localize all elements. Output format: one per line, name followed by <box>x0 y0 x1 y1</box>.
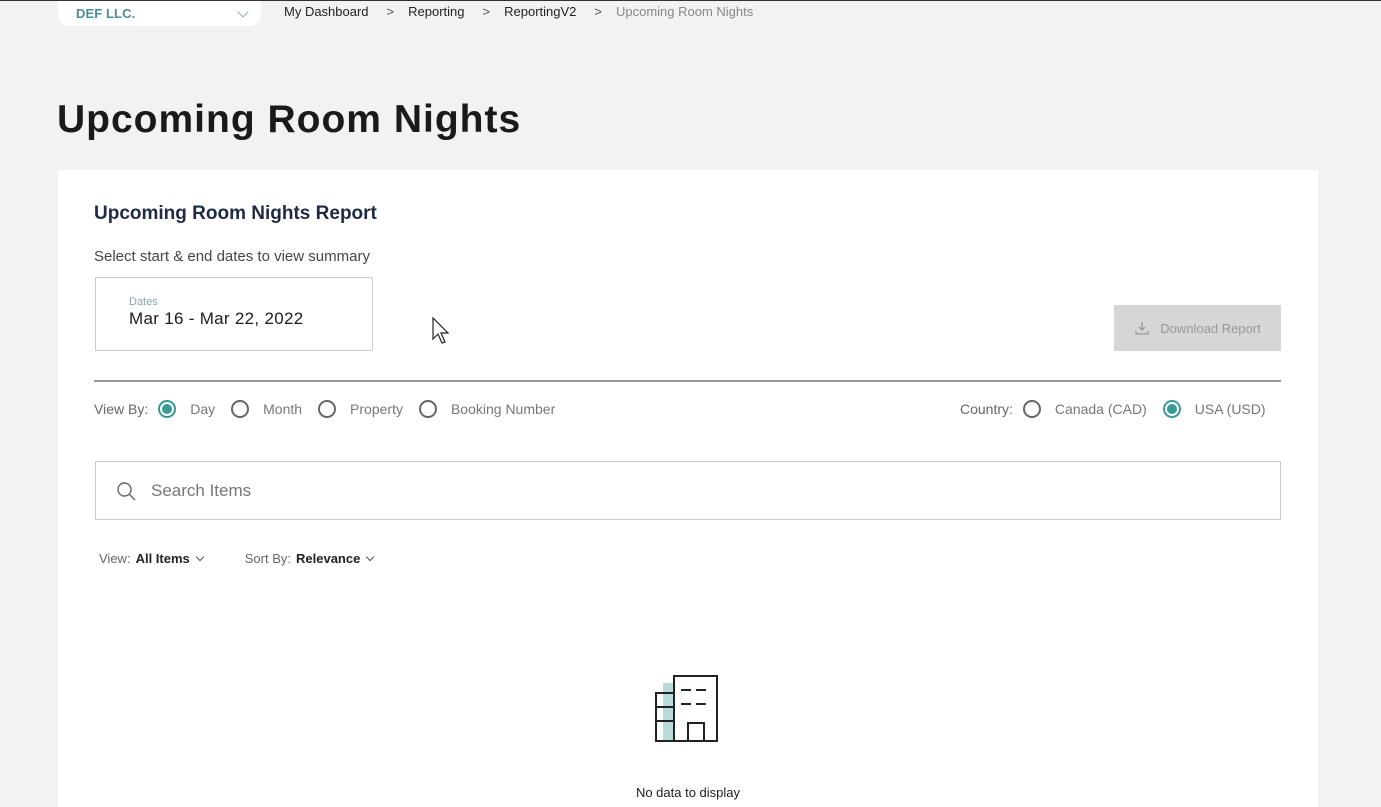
breadcrumb-separator: > <box>482 4 491 19</box>
download-report-button[interactable]: Download Report <box>1114 305 1281 351</box>
chevron-down-icon <box>195 552 204 561</box>
download-icon <box>1135 322 1149 335</box>
breadcrumb-reportingv2[interactable]: ReportingV2 <box>504 4 576 19</box>
empty-state-message: No data to display <box>635 785 741 800</box>
view-filter-dropdown[interactable]: View: All Items <box>99 551 204 566</box>
radio-unchecked-icon <box>1022 400 1041 418</box>
search-icon <box>117 481 136 500</box>
breadcrumb-reporting[interactable]: Reporting <box>408 4 464 19</box>
view-by-label: View By: <box>94 401 149 417</box>
breadcrumb-separator: > <box>594 4 602 19</box>
radio-label: Day <box>190 401 216 417</box>
country-label: Country: <box>960 401 1013 417</box>
view-by-month-radio[interactable]: Month <box>231 400 302 418</box>
sort-by-label: Sort By: <box>244 551 291 566</box>
radio-unchecked-icon <box>231 400 250 418</box>
radio-checked-icon <box>158 400 177 418</box>
date-range-label: Dates <box>129 296 158 308</box>
radio-checked-icon <box>1162 400 1181 418</box>
mouse-cursor-icon <box>432 317 450 344</box>
report-card: Upcoming Room Nights Report Select start… <box>58 170 1318 807</box>
breadcrumb: My Dashboard > Reporting > ReportingV2 >… <box>284 4 753 19</box>
country-group: Country: Canada (CAD) USA (USD) <box>960 400 1282 418</box>
building-icon <box>655 675 718 742</box>
view-by-property-radio[interactable]: Property <box>318 400 403 418</box>
sort-by-dropdown[interactable]: Sort By: Relevance <box>244 551 375 566</box>
filter-row: View: All Items Sort By: Relevance <box>99 551 415 566</box>
section-divider <box>94 380 1281 382</box>
chevron-down-icon <box>237 5 249 18</box>
date-range-picker[interactable]: Dates Mar 16 - Mar 22, 2022 <box>95 277 373 351</box>
radio-label: Property <box>350 401 403 417</box>
page-title: Upcoming Room Nights <box>57 98 522 141</box>
chevron-down-icon <box>366 552 375 561</box>
view-by-group: View By: Day Month Property Booking Numb… <box>94 400 571 418</box>
date-range-value: Mar 16 - Mar 22, 2022 <box>129 309 304 328</box>
view-by-booking-number-radio[interactable]: Booking Number <box>418 400 556 418</box>
radio-label: USA (USD) <box>1194 401 1266 417</box>
search-box <box>95 461 1281 520</box>
country-canada-radio[interactable]: Canada (CAD) <box>1022 400 1147 418</box>
breadcrumb-separator: > <box>386 4 395 19</box>
report-title: Upcoming Room Nights Report <box>94 203 377 224</box>
report-subtitle: Select start & end dates to view summary <box>94 248 370 265</box>
view-filter-value: All Items <box>135 551 190 566</box>
download-report-label: Download Report <box>1160 320 1261 336</box>
radio-label: Month <box>263 401 303 417</box>
radio-label: Booking Number <box>450 401 556 417</box>
company-selector[interactable]: DEF LLC. <box>58 1 261 26</box>
view-filter-label: View: <box>99 551 131 566</box>
radio-unchecked-icon <box>318 400 337 418</box>
breadcrumb-my-dashboard[interactable]: My Dashboard <box>284 4 369 19</box>
breadcrumb-current: Upcoming Room Nights <box>615 4 754 19</box>
country-usa-radio[interactable]: USA (USD) <box>1162 400 1266 418</box>
company-name: DEF LLC. <box>76 6 136 21</box>
search-input[interactable] <box>151 480 1251 501</box>
sort-by-value: Relevance <box>296 551 361 566</box>
radio-unchecked-icon <box>418 400 437 418</box>
view-by-day-radio[interactable]: Day <box>158 400 215 418</box>
radio-label: Canada (CAD) <box>1054 401 1147 417</box>
